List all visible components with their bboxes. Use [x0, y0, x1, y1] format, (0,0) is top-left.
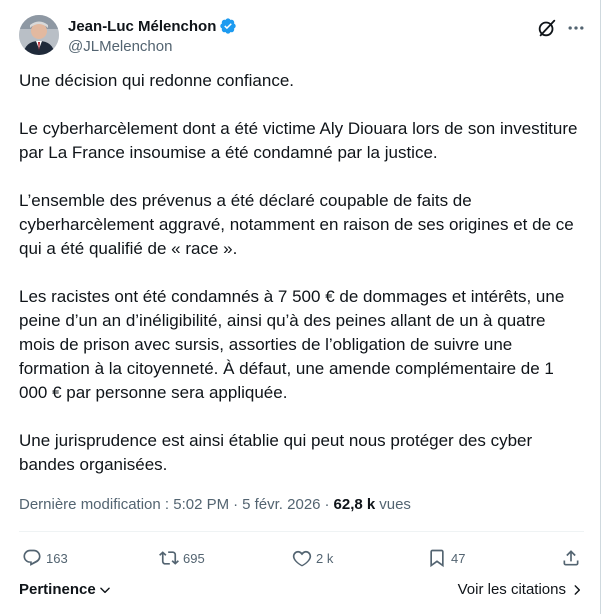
bookmark-icon [430, 549, 444, 568]
views-label: vues [379, 496, 411, 513]
meta-separator: · [324, 496, 330, 513]
sort-replies-dropdown[interactable]: Pertinence [19, 581, 112, 598]
author-handle[interactable]: @JLMelenchon [68, 38, 172, 55]
tweet-paragraph: L’ensemble des prévenus a été déclaré co… [19, 191, 574, 258]
bookmark-button[interactable]: 47 [427, 544, 465, 572]
share-button[interactable] [561, 544, 585, 572]
like-count: 2 k [316, 550, 334, 566]
grok-icon[interactable] [536, 17, 558, 39]
chevron-right-icon [574, 584, 581, 595]
like-button[interactable]: 2 k [292, 544, 333, 572]
verified-badge-icon [220, 18, 237, 34]
divider [19, 531, 584, 532]
tweet-meta: Dernière modification : 5:02 PM · 5 févr… [19, 496, 411, 513]
repost-count: 695 [183, 550, 205, 566]
avatar-image [19, 15, 59, 55]
tweet-date[interactable]: 5 févr. 2026 [242, 496, 320, 513]
tweet-paragraph: Une jurisprudence est ainsi établie qui … [19, 431, 533, 474]
tweet-paragraph: Une décision qui redonne confiance. [19, 71, 295, 90]
tweet-text: Une décision qui redonne confiance. Le c… [19, 69, 584, 477]
modified-timestamp[interactable]: Dernière modification : 5:02 PM [19, 496, 229, 513]
reply-button[interactable]: 163 [22, 544, 68, 572]
chevron-down-icon [99, 587, 110, 593]
view-quotes-link[interactable]: Voir les citations [458, 581, 584, 598]
sort-label: Pertinence [19, 581, 96, 598]
meta-separator: · [233, 496, 239, 513]
repost-icon [159, 551, 179, 565]
share-icon [563, 550, 579, 566]
more-options-icon[interactable] [566, 18, 586, 38]
avatar[interactable] [19, 15, 59, 55]
tweet-paragraph: Les racistes ont été condamnés à 7 500 €… [19, 287, 565, 402]
view-quotes-label: Voir les citations [457, 581, 566, 598]
action-bar: 163 695 2 k 47 [0, 544, 600, 572]
replies-footer: Pertinence Voir les citations [19, 579, 584, 603]
bookmark-count: 47 [451, 550, 466, 566]
heart-icon [292, 550, 312, 567]
author-name[interactable]: Jean-Luc Mélenchon [68, 18, 216, 35]
repost-button[interactable]: 695 [159, 544, 205, 572]
author-name-row[interactable]: Jean-Luc Mélenchon [68, 17, 237, 35]
reply-icon [23, 549, 41, 566]
views-count: 62,8 k [333, 496, 376, 513]
reply-count: 163 [46, 550, 68, 566]
tweet-card: Jean-Luc Mélenchon @JLMelenchon Une déci… [0, 0, 601, 614]
tweet-paragraph: Le cyberharcèlement dont a été victime A… [19, 119, 578, 162]
